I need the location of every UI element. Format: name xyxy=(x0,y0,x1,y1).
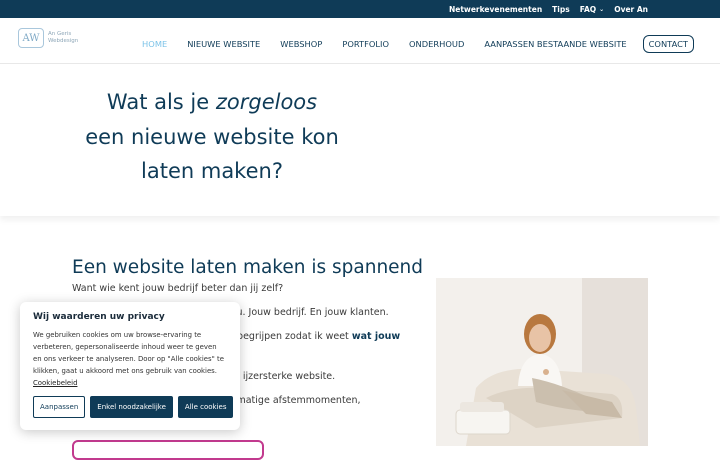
nav-item-aanpassen[interactable]: AANPASSEN BESTAANDE WEBSITE xyxy=(484,39,626,49)
main-nav: HOME NIEUWE WEBSITE WEBSHOP PORTFOLIO ON… xyxy=(122,35,694,53)
chevron-down-icon: ⌄ xyxy=(599,5,605,13)
paragraph-1: jou. Jouw bedrijf. En jouw klanten. xyxy=(228,307,389,318)
paragraph-2: n begrijpen zodat ik weet wat jouw xyxy=(228,331,400,342)
nav-item-portfolio[interactable]: PORTFOLIO xyxy=(342,39,389,49)
logo-mark: AW xyxy=(18,28,44,48)
cookie-title: Wij waarderen uw privacy xyxy=(33,312,165,322)
contact-button[interactable]: CONTACT xyxy=(642,35,694,53)
paragraph-4: en ijzersterke website. xyxy=(228,371,336,382)
logo-line-2: Webdesign xyxy=(48,38,79,44)
necessary-only-button[interactable]: Enkel noodzakelijke xyxy=(90,396,173,418)
cookie-body: We gebruiken cookies om uw browse-ervari… xyxy=(33,331,224,375)
section-subtitle: Want wie kent jouw bedrijf beter dan jij… xyxy=(72,283,284,294)
logo-line-1: An Geris xyxy=(48,31,72,37)
paragraph-2-text: n begrijpen zodat ik weet xyxy=(228,331,352,342)
hero-line-1: Wat als je zorgeloos xyxy=(52,90,372,114)
top-bar: Netwerkevenementen Tips FAQ ⌄ Over An xyxy=(0,0,720,18)
cta-button[interactable] xyxy=(72,440,264,460)
nav-item-onderhoud[interactable]: ONDERHOUD xyxy=(409,39,464,49)
paragraph-5: elmatige afstemmomenten, xyxy=(228,395,361,406)
hero-emphasis: zorgeloos xyxy=(215,90,318,114)
nav-item-home[interactable]: HOME xyxy=(142,39,167,49)
logo-text: An Geris Webdesign xyxy=(48,31,78,45)
hero-line-2: een nieuwe website kon xyxy=(85,125,339,149)
top-links: Netwerkevenementen Tips FAQ ⌄ Over An xyxy=(449,0,648,18)
customize-button[interactable]: Aanpassen xyxy=(33,396,86,418)
cookie-consent-dialog: Wij waarderen uw privacy We gebruiken co… xyxy=(20,302,240,430)
logo[interactable]: AW An Geris Webdesign xyxy=(18,28,78,48)
portrait-photo xyxy=(436,278,648,446)
top-link-faq[interactable]: FAQ ⌄ xyxy=(580,5,604,14)
hero-line-3: laten maken? xyxy=(141,159,283,183)
main-header: AW An Geris Webdesign HOME NIEUWE WEBSIT… xyxy=(0,18,720,64)
top-link-netwerkevenementen[interactable]: Netwerkevenementen xyxy=(449,5,542,14)
cookie-policy-link[interactable]: Cookiebeleid xyxy=(33,379,77,387)
cookie-text: We gebruiken cookies om uw browse-ervari… xyxy=(33,329,227,389)
hero-section: Wat als je zorgeloos een nieuwe website … xyxy=(0,64,720,216)
accept-all-button[interactable]: Alle cookies xyxy=(177,396,234,418)
cookie-buttons: Aanpassen Enkel noodzakelijke Alle cooki… xyxy=(33,396,234,418)
nav-item-nieuwe-website[interactable]: NIEUWE WEBSITE xyxy=(187,39,260,49)
portrait-illustration xyxy=(436,278,648,446)
top-link-faq-label: FAQ xyxy=(579,4,597,14)
paragraph-2-bold: wat jouw xyxy=(351,331,401,342)
top-link-tips[interactable]: Tips xyxy=(552,5,570,14)
top-link-over-an[interactable]: Over An xyxy=(614,5,648,14)
hero-pre: Wat als je xyxy=(106,90,216,114)
nav-item-webshop[interactable]: WEBSHOP xyxy=(280,39,322,49)
section-title: Een website laten maken is spannend xyxy=(72,257,424,278)
